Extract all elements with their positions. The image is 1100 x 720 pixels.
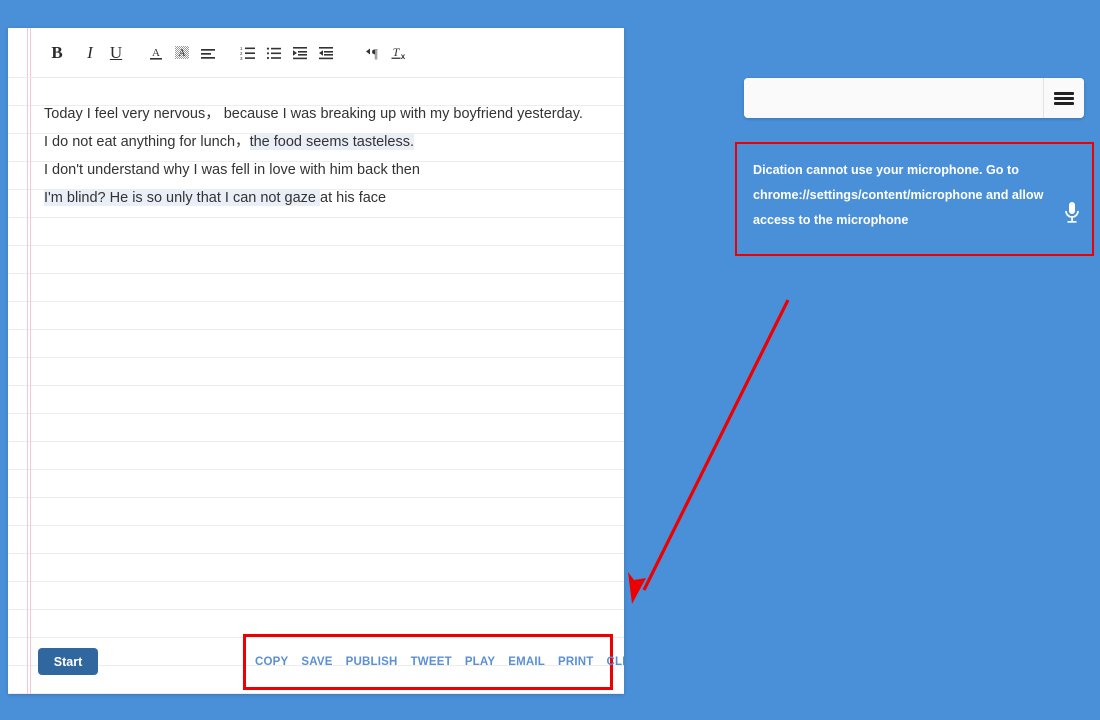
start-button[interactable]: Start [38, 648, 98, 675]
align-icon[interactable] [195, 40, 221, 66]
margin-line-left [27, 28, 28, 694]
underline-glyph: U [109, 43, 123, 62]
microphone-permission-notice: Dication cannot use your microphone. Go … [735, 142, 1094, 256]
doc-line-text-highlighted: the food seems tasteless. [249, 134, 414, 150]
document-page: B I U A A 1 2 3 ¶ T x Today I feel very … [8, 28, 624, 694]
text-color-icon[interactable]: A [143, 40, 169, 66]
svg-text:x: x [401, 52, 406, 61]
notice-message: Dication cannot use your microphone. Go … [753, 163, 1044, 227]
doc-line-text: Today I feel very nervous， because I was… [44, 106, 583, 122]
hamburger-menu-button[interactable] [1043, 78, 1084, 118]
bold-glyph: B [51, 43, 63, 62]
editor-toolbar: B I U A A 1 2 3 ¶ T x [8, 28, 624, 78]
svg-text:A: A [178, 48, 186, 59]
editor-content[interactable]: Today I feel very nervous， because I was… [44, 78, 604, 212]
doc-line-blank [44, 78, 604, 100]
svg-text:T: T [393, 45, 401, 59]
actions-annotation-box: COPY SAVE PUBLISH TWEET PLAY EMAIL PRINT… [243, 634, 624, 690]
doc-line-text: I don't understand why I was fell in lov… [44, 162, 420, 178]
bold-icon[interactable]: B [44, 40, 70, 66]
italic-glyph: I [87, 43, 93, 62]
hamburger-menu-icon [1054, 90, 1074, 107]
email-link[interactable]: EMAIL [508, 656, 545, 668]
svg-text:¶: ¶ [372, 46, 378, 61]
doc-line[interactable]: Today I feel very nervous， because I was… [44, 100, 604, 128]
doc-line-text: I do not eat anything for lunch， [44, 134, 250, 150]
search-input[interactable] [744, 78, 1043, 118]
print-link[interactable]: PRINT [558, 656, 594, 668]
margin-line-right [30, 28, 31, 694]
ordered-list-icon[interactable]: 1 2 3 [235, 40, 261, 66]
publish-link[interactable]: PUBLISH [346, 656, 398, 668]
remove-format-icon[interactable]: T x [386, 40, 412, 66]
underline-icon[interactable]: U [103, 40, 129, 66]
indent-icon[interactable] [313, 40, 339, 66]
highlight-color-icon[interactable]: A [169, 40, 195, 66]
doc-line[interactable]: I'm blind? He is so unly that I can not … [44, 184, 604, 212]
menu-bar [1054, 91, 1074, 95]
unordered-list-icon[interactable] [261, 40, 287, 66]
doc-line-text: at his face [320, 190, 387, 206]
svg-text:3: 3 [240, 56, 243, 61]
text-direction-icon[interactable]: ¶ [360, 40, 386, 66]
doc-line-text-highlighted: I'm blind? He is so unly that I can not … [44, 190, 321, 206]
tweet-link[interactable]: TWEET [411, 656, 452, 668]
menu-bar [1054, 101, 1074, 105]
play-link[interactable]: PLAY [465, 656, 495, 668]
doc-line[interactable]: I do not eat anything for lunch，the food… [44, 128, 604, 156]
microphone-icon[interactable] [1062, 200, 1082, 231]
clear-link[interactable]: CLEAR [607, 656, 624, 668]
save-link[interactable]: SAVE [301, 656, 332, 668]
doc-line[interactable]: I don't understand why I was fell in lov… [44, 156, 604, 184]
copy-link[interactable]: COPY [255, 656, 288, 668]
svg-text:A: A [152, 47, 160, 59]
search-bar [744, 78, 1084, 118]
italic-icon[interactable]: I [77, 40, 103, 66]
outdent-icon[interactable] [287, 40, 313, 66]
menu-bar [1054, 96, 1074, 100]
